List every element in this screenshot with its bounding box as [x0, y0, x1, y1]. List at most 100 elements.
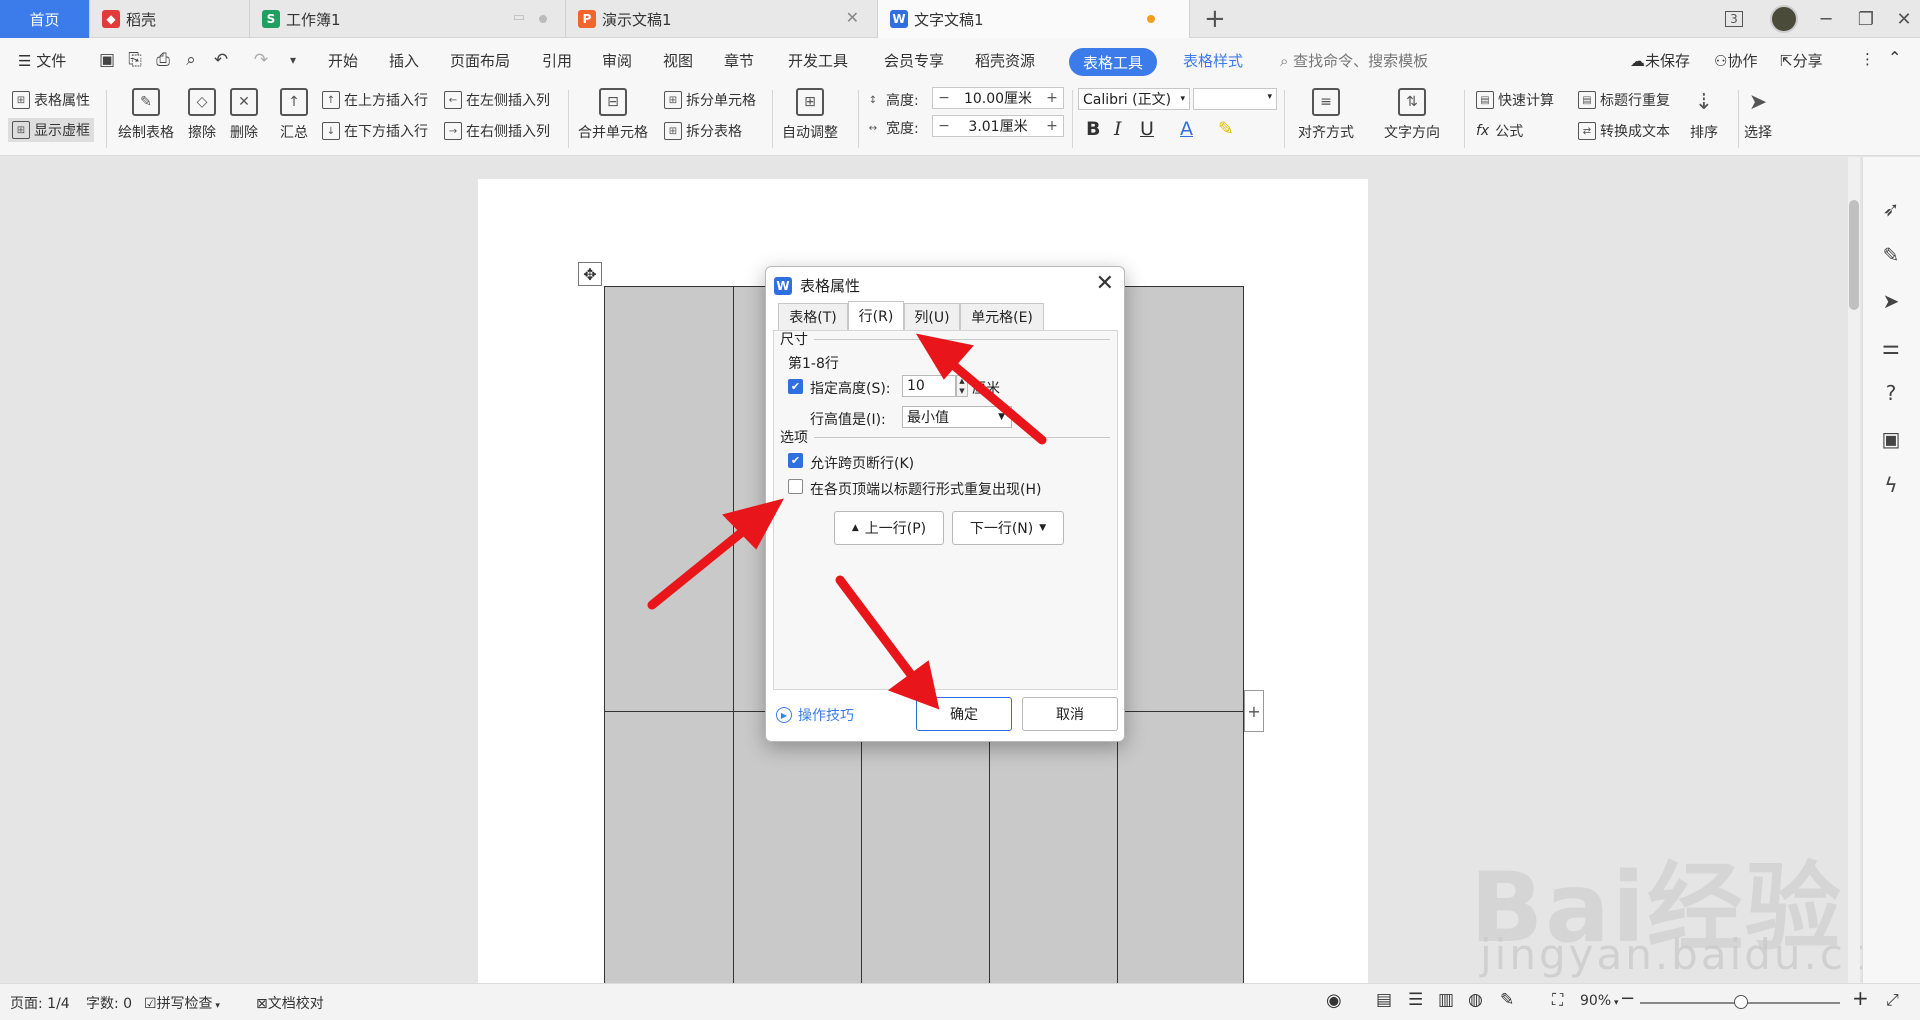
sort-button[interactable]: ⇣ 排序: [1690, 88, 1718, 142]
ok-button[interactable]: 确定: [916, 697, 1012, 731]
save-icon[interactable]: ▣: [96, 49, 118, 71]
menu-developer[interactable]: 开发工具: [788, 50, 848, 71]
word-count[interactable]: 字数: 0: [86, 993, 132, 1013]
fullscreen-icon[interactable]: ⤢: [1886, 990, 1899, 1010]
lightning-icon[interactable]: ϟ: [1878, 472, 1904, 498]
height-unit[interactable]: 厘米: [972, 378, 1000, 398]
formula-button[interactable]: fx 公式: [1476, 121, 1523, 141]
bold-icon[interactable]: B: [1086, 118, 1100, 140]
tab-workbook[interactable]: S 工作簿1 ▭: [250, 0, 566, 38]
tab-table-style[interactable]: 表格样式: [1183, 50, 1243, 71]
file-menu[interactable]: ☰ 文件: [18, 50, 66, 71]
previous-row-button[interactable]: ▲ 上一行(P): [834, 511, 944, 545]
share-button[interactable]: ⇱分享: [1780, 50, 1823, 71]
insert-row-above-button[interactable]: ↑ 在上方插入行: [322, 90, 428, 110]
window-count-badge[interactable]: 3: [1714, 0, 1754, 38]
zoom-out-icon[interactable]: −: [1620, 988, 1635, 1009]
tab-row[interactable]: 行(R): [848, 301, 904, 331]
row-height-input[interactable]: 10: [902, 375, 956, 397]
new-tab-button[interactable]: +: [1204, 4, 1226, 34]
height-spinner[interactable]: −10.00厘米 +: [932, 87, 1064, 109]
command-search[interactable]: ⌕ 查找命令、搜索模板: [1280, 50, 1428, 71]
delete-button[interactable]: ✕ 删除: [230, 88, 258, 142]
tab-table[interactable]: 表格(T): [778, 303, 848, 331]
split-table-button[interactable]: ⊞ 拆分表格: [664, 121, 742, 141]
zoom-slider-handle[interactable]: [1734, 995, 1748, 1009]
menu-member[interactable]: 会员专享: [884, 50, 944, 71]
convert-to-text-button[interactable]: ⇄ 转换成文本: [1578, 121, 1670, 141]
more-quick-icon[interactable]: ▾: [282, 49, 304, 71]
insert-row-below-button[interactable]: ↓ 在下方插入行: [322, 121, 428, 141]
erase-button[interactable]: ◇ 擦除: [188, 88, 216, 142]
web-view-icon[interactable]: ◍: [1468, 990, 1483, 1010]
rocket-icon[interactable]: ➶: [1878, 196, 1904, 222]
menu-reference[interactable]: 引用: [542, 50, 572, 71]
eye-icon[interactable]: ◉: [1326, 990, 1342, 1011]
underline-icon[interactable]: U: [1140, 118, 1154, 140]
tab-cell[interactable]: 单元格(E): [960, 303, 1044, 331]
insert-col-left-button[interactable]: ← 在左侧插入列: [444, 90, 550, 110]
tab-document[interactable]: W 文字文稿1: [878, 0, 1190, 38]
menu-view[interactable]: 视图: [663, 50, 693, 71]
read-view-icon[interactable]: ▥: [1438, 990, 1454, 1010]
table-properties-button[interactable]: ⊞ 表格属性: [12, 90, 90, 110]
cancel-button[interactable]: 取消: [1022, 697, 1118, 731]
edit-view-icon[interactable]: ✎: [1500, 990, 1514, 1010]
image-icon[interactable]: ▣: [1878, 426, 1904, 452]
close-icon[interactable]: ✕: [846, 8, 859, 27]
page-view-icon[interactable]: ▤: [1376, 990, 1392, 1010]
page-count[interactable]: 页面: 1/4: [10, 993, 70, 1013]
restore-icon[interactable]: ❐: [1846, 0, 1886, 38]
zoom-level[interactable]: 90% ▾: [1580, 993, 1619, 1009]
split-cells-button[interactable]: ⊞ 拆分单元格: [664, 90, 756, 110]
fit-page-icon[interactable]: ⛶: [1552, 990, 1563, 1010]
collapse-ribbon-icon[interactable]: ⌃: [1888, 48, 1901, 67]
adjust-icon[interactable]: ⚌: [1878, 334, 1904, 360]
menu-layout[interactable]: 页面布局: [450, 50, 510, 71]
font-color-icon[interactable]: A: [1180, 118, 1193, 140]
export-pdf-icon[interactable]: ⎘: [124, 49, 146, 71]
title-repeat-button[interactable]: ▤ 标题行重复: [1578, 90, 1670, 110]
tab-table-tools[interactable]: 表格工具: [1069, 48, 1157, 76]
italic-icon[interactable]: I: [1114, 118, 1122, 140]
decrease-icon[interactable]: −: [933, 118, 955, 134]
show-grid-button[interactable]: ⊞ 显示虚框: [8, 118, 94, 142]
help-icon[interactable]: ?: [1878, 380, 1904, 406]
menu-review[interactable]: 审阅: [602, 50, 632, 71]
unsaved-status[interactable]: ☁未保存: [1630, 50, 1690, 71]
avatar[interactable]: [1764, 0, 1804, 38]
select-button[interactable]: ➤ 选择: [1744, 88, 1772, 142]
menu-chapter[interactable]: 章节: [724, 50, 754, 71]
row-height-spinner[interactable]: ▲ ▼: [956, 375, 968, 397]
pen-icon[interactable]: ✎: [1878, 242, 1904, 268]
repeat-header-checkbox[interactable]: [788, 479, 803, 494]
tips-link[interactable]: ▶ 操作技巧: [776, 705, 854, 725]
highlight-icon[interactable]: ✎: [1218, 118, 1234, 140]
tab-column[interactable]: 列(U): [904, 303, 960, 331]
text-direction-button[interactable]: ⇅ 文字方向: [1384, 88, 1440, 142]
increase-icon[interactable]: +: [1041, 90, 1063, 106]
decrease-icon[interactable]: −: [933, 90, 955, 106]
quick-calc-button[interactable]: ▤ 快速计算: [1476, 90, 1554, 110]
next-row-button[interactable]: 下一行(N) ▼: [952, 511, 1064, 545]
redo-icon[interactable]: ↷: [250, 49, 272, 71]
close-window-icon[interactable]: ✕: [1884, 0, 1920, 38]
doc-check[interactable]: ⊠文档校对: [256, 993, 324, 1013]
more-icon[interactable]: ⋮: [1860, 50, 1875, 68]
zoom-in-icon[interactable]: +: [1852, 986, 1869, 1010]
insert-col-right-button[interactable]: → 在右侧插入列: [444, 121, 550, 141]
draw-table-button[interactable]: ✎ 绘制表格: [118, 88, 174, 142]
pointer-icon[interactable]: ➤: [1878, 288, 1904, 314]
table-move-handle-icon[interactable]: ✥: [578, 262, 602, 286]
align-button[interactable]: ≡ 对齐方式: [1298, 88, 1354, 142]
font-family-select[interactable]: Calibri (正文) ▾: [1078, 88, 1190, 110]
menu-insert[interactable]: 插入: [389, 50, 419, 71]
spell-check[interactable]: ☑拼写检查 ▾: [144, 993, 220, 1013]
add-column-button[interactable]: +: [1244, 690, 1264, 732]
preview-icon[interactable]: ⌕: [180, 49, 202, 71]
summary-button[interactable]: ↑ 汇总: [280, 88, 308, 142]
auto-fit-button[interactable]: ⊞ 自动调整: [782, 88, 838, 142]
font-size-select[interactable]: ▾: [1193, 88, 1277, 110]
collab-button[interactable]: ⚇协作: [1714, 50, 1757, 71]
menu-daoke-resources[interactable]: 稻壳资源: [975, 50, 1035, 71]
